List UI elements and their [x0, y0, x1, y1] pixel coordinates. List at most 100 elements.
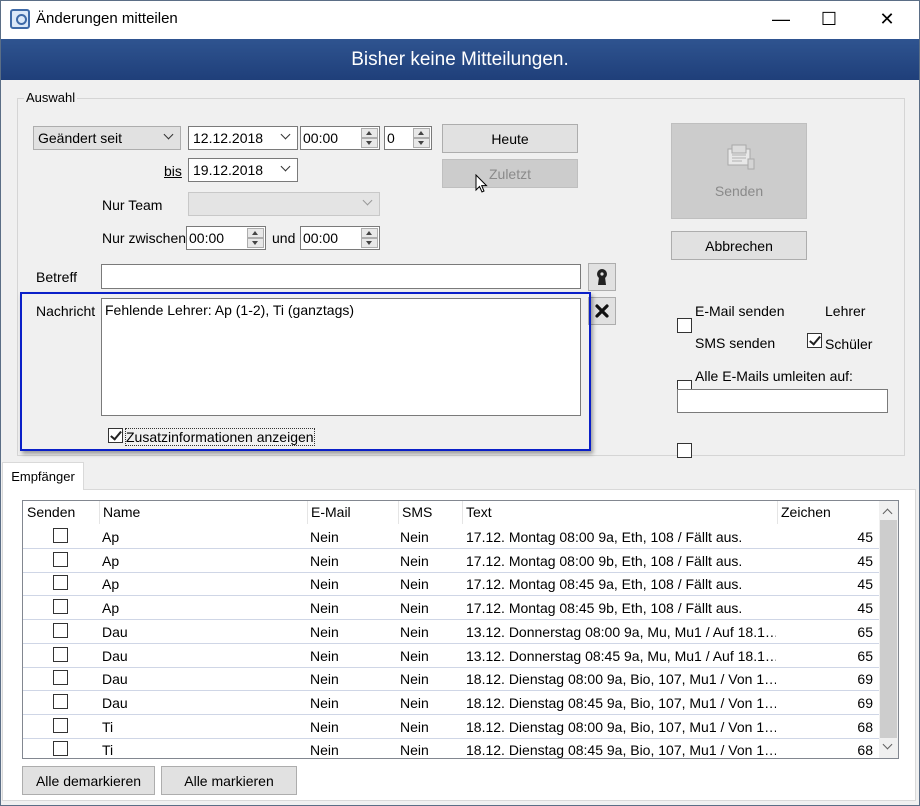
umleiten-input[interactable]	[677, 389, 888, 413]
spin-down-icon[interactable]	[361, 238, 378, 248]
table-row[interactable]: Ti Nein Nein 18.12. Dienstag 08:00 9a, Bio,…	[23, 715, 879, 739]
mouse-cursor-icon	[475, 174, 488, 193]
row-senden-checkbox[interactable]	[53, 551, 68, 567]
table-header: Senden Name E-Mail SMS Text Zeichen	[23, 501, 879, 524]
row-name: Dau	[102, 694, 128, 711]
nur-team-select[interactable]	[188, 192, 380, 216]
umleiten-checkbox[interactable]	[677, 443, 692, 458]
close-button[interactable]: ✕	[864, 1, 910, 37]
row-senden-checkbox[interactable]	[53, 670, 68, 686]
row-sms: Nein	[400, 623, 429, 640]
row-senden-checkbox[interactable]	[53, 646, 68, 662]
zuletzt-button[interactable]: Zuletzt	[442, 159, 578, 188]
zwischen-to-spinner[interactable]: 00:00	[300, 226, 380, 250]
column-divider[interactable]	[777, 501, 778, 524]
table-row[interactable]: Dau Nein Nein 13.12. Donnerstag 08:00 9a, M…	[23, 620, 879, 644]
scroll-down-icon[interactable]	[883, 741, 892, 750]
row-sms: Nein	[400, 742, 429, 759]
col-sms-header[interactable]: SMS	[400, 504, 432, 524]
spin-up-icon[interactable]	[361, 128, 378, 138]
offset-spinner[interactable]: 0	[384, 126, 432, 150]
row-senden-checkbox[interactable]	[53, 693, 68, 709]
row-email: Nein	[310, 623, 339, 640]
table-row[interactable]: Ap Nein Nein 17.12. Montag 08:45 9a, Eth, 1…	[23, 572, 879, 597]
schueler-label: Schüler	[825, 336, 873, 352]
row-senden-checkbox[interactable]	[53, 741, 68, 757]
column-divider[interactable]	[99, 501, 100, 524]
date-to-value: 19.12.2018	[193, 162, 264, 178]
row-sms: Nein	[400, 600, 429, 617]
tab-empfaenger[interactable]: Empfänger	[2, 462, 84, 490]
table-row[interactable]: Dau Nein Nein 13.12. Donnerstag 08:45 9a, M…	[23, 644, 879, 668]
col-email-header[interactable]: E-Mail	[309, 504, 351, 524]
spin-down-icon[interactable]	[413, 138, 430, 148]
row-name: Dau	[102, 647, 128, 664]
minimize-button[interactable]: —	[758, 1, 804, 37]
table-row[interactable]: Dau Nein Nein 18.12. Dienstag 08:45 9a, Bio…	[23, 691, 879, 715]
spin-down-icon[interactable]	[247, 238, 264, 248]
nur-team-label: Nur Team	[102, 197, 163, 213]
date-to-picker[interactable]: 19.12.2018	[188, 158, 298, 182]
mode-select[interactable]: Geändert seit	[33, 126, 181, 150]
column-divider[interactable]	[398, 501, 399, 524]
column-divider[interactable]	[462, 501, 463, 524]
row-senden-checkbox[interactable]	[53, 528, 68, 543]
senden-button[interactable]: Senden	[671, 123, 807, 219]
spin-up-icon[interactable]	[361, 228, 378, 238]
table-row[interactable]: Ap Nein Nein 17.12. Montag 08:00 9b, Eth, 1…	[23, 549, 879, 573]
lehrer-checkbox[interactable]	[807, 333, 822, 348]
time-from-spinner[interactable]: 00:00	[300, 126, 380, 150]
chevron-down-icon	[281, 163, 291, 173]
keyhole-button[interactable]	[588, 263, 616, 291]
table-row[interactable]: Ap Nein Nein 17.12. Montag 08:45 9b, Eth, 1…	[23, 596, 879, 621]
spin-up-icon[interactable]	[247, 228, 264, 238]
row-zeichen: 45	[857, 529, 873, 545]
maximize-button[interactable]: ☐	[806, 1, 852, 37]
scroll-thumb[interactable]	[880, 520, 897, 738]
col-name-header[interactable]: Name	[101, 504, 140, 524]
auswahl-legend: Auswahl	[24, 90, 78, 105]
row-name: Dau	[102, 671, 128, 688]
row-senden-checkbox[interactable]	[53, 575, 68, 591]
row-zeichen: 69	[857, 694, 873, 711]
column-divider[interactable]	[307, 501, 308, 524]
alle-demarkieren-button[interactable]: Alle demarkieren	[22, 766, 155, 795]
spin-down-icon[interactable]	[361, 138, 378, 148]
col-zeichen-header[interactable]: Zeichen	[779, 504, 831, 524]
row-senden-checkbox[interactable]	[53, 717, 68, 733]
zwischen-from-value: 00:00	[189, 230, 225, 246]
row-name: Ti	[102, 718, 114, 735]
heute-button-label: Heute	[491, 130, 529, 147]
row-text: 13.12. Donnerstag 08:00 9a, Mu, Mu1 / Au…	[466, 623, 776, 640]
row-zeichen: 45	[857, 552, 873, 569]
row-zeichen: 65	[857, 623, 873, 640]
zwischen-to-value: 00:00	[303, 230, 339, 246]
close-icon: ✕	[879, 8, 895, 29]
keyhole-icon	[597, 269, 607, 285]
betreff-input[interactable]	[101, 264, 581, 289]
date-from-value: 12.12.2018	[193, 130, 264, 146]
vertical-scrollbar[interactable]	[879, 501, 898, 758]
col-text-header[interactable]: Text	[464, 504, 492, 524]
row-sms: Nein	[400, 576, 429, 593]
abbrechen-button[interactable]: Abbrechen	[671, 231, 807, 260]
zwischen-from-spinner[interactable]: 00:00	[186, 226, 266, 250]
email-senden-checkbox[interactable]	[677, 318, 692, 333]
row-senden-checkbox[interactable]	[53, 599, 68, 615]
row-senden-checkbox[interactable]	[53, 622, 68, 638]
table-row[interactable]: Ap Nein Nein 17.12. Montag 08:00 9a, Eth, 1…	[23, 525, 879, 549]
scroll-up-icon[interactable]	[883, 507, 892, 516]
table-row[interactable]: Ti Nein Nein 18.12. Dienstag 08:45 9a, Bio,…	[23, 738, 879, 759]
time-from-value: 00:00	[303, 130, 339, 146]
date-from-picker[interactable]: 12.12.2018	[188, 126, 298, 150]
spin-up-icon[interactable]	[413, 128, 430, 138]
row-name: Ap	[102, 529, 120, 545]
heute-button[interactable]: Heute	[442, 124, 578, 153]
bis-label: bis	[164, 163, 182, 179]
row-text: 18.12. Dienstag 08:45 9a, Bio, 107, Mu1 …	[466, 742, 776, 759]
col-senden-header[interactable]: Senden	[25, 504, 75, 524]
table-row[interactable]: Dau Nein Nein 18.12. Dienstag 08:00 9a, Bio…	[23, 667, 879, 692]
alle-markieren-button[interactable]: Alle markieren	[161, 766, 297, 795]
row-zeichen: 68	[857, 718, 873, 735]
clear-message-button[interactable]	[588, 297, 616, 325]
